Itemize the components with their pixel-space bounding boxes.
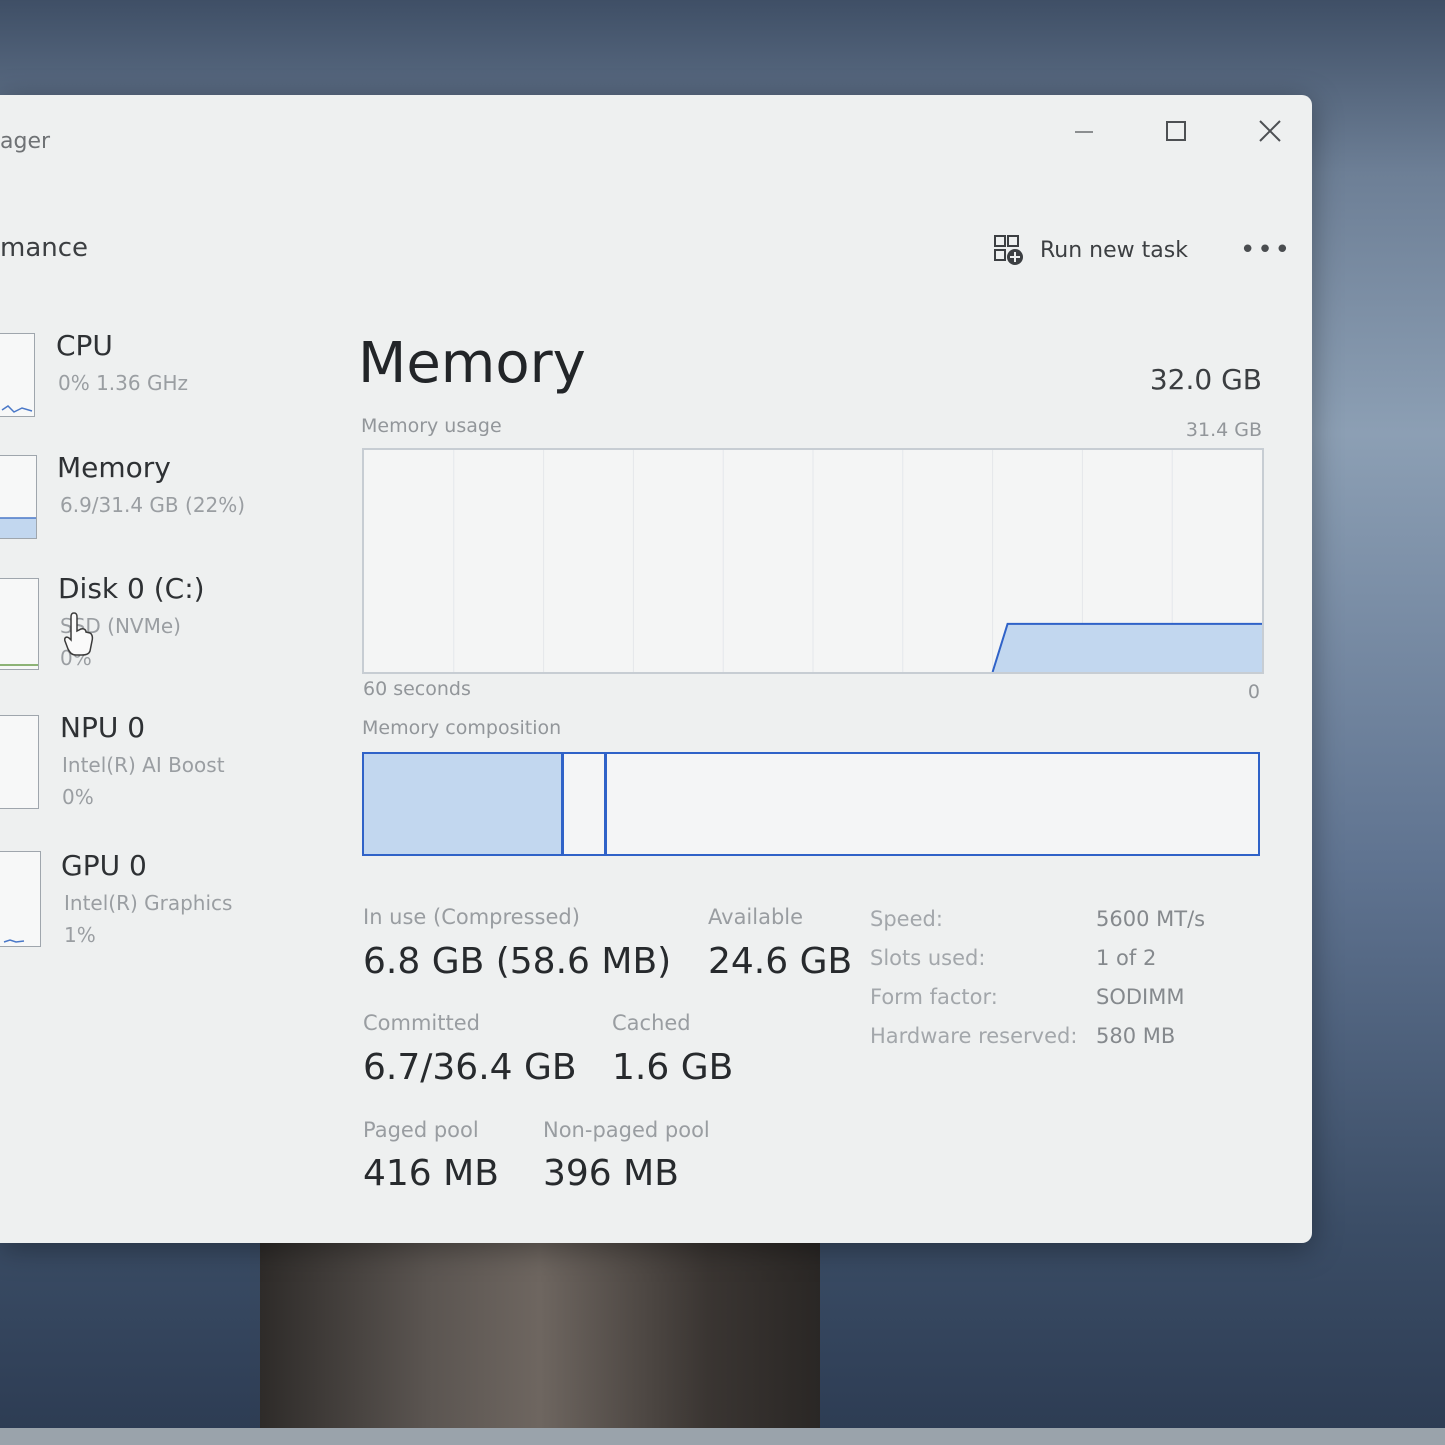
sidebar-item-memory[interactable]: Memory 6.9/31.4 GB (22%) [0, 447, 300, 547]
memory-mini-graph [0, 517, 36, 538]
usage-area [992, 623, 1262, 672]
close-button[interactable] [1242, 111, 1298, 151]
available-value: 24.6 GB [708, 941, 853, 982]
sidebar-item-cpu[interactable]: CPU 0% 1.36 GHz [0, 325, 300, 425]
in-use-value: 6.8 GB (58.6 MB) [363, 941, 672, 982]
in-use-label: In use (Compressed) [363, 905, 580, 929]
speed-value: 5600 MT/s [1096, 907, 1206, 931]
gpu-thumbnail [0, 851, 41, 947]
hardware-reserved-label: Hardware reserved: [870, 1024, 1078, 1048]
sidebar-item-disk[interactable]: Disk 0 (C:) SSD (NVMe) 0% [0, 570, 300, 680]
non-paged-pool-label: Non-paged pool [543, 1118, 710, 1142]
available-label: Available [708, 905, 804, 929]
memory-usage-chart [453, 450, 1262, 673]
sidebar-item-label: Disk 0 (C:) [58, 572, 205, 605]
slots-used-value: 1 of 2 [1096, 946, 1157, 970]
more-options-button[interactable]: ••• [1240, 235, 1292, 265]
maximize-button[interactable] [1148, 111, 1204, 151]
run-task-icon [994, 235, 1023, 265]
hand-cursor-icon [64, 612, 94, 656]
memory-composition-bar [362, 752, 1260, 856]
disk-thumbnail [0, 578, 39, 670]
minimize-button[interactable] [1056, 111, 1112, 151]
sidebar-item-usage: 0% [62, 785, 94, 809]
sidebar-item-label: NPU 0 [60, 711, 146, 744]
committed-value: 6.7/36.4 GB [363, 1047, 577, 1088]
desktop-wallpaper [260, 1240, 820, 1430]
cpu-thumbnail [0, 333, 35, 417]
run-new-task-label: Run new task [1040, 237, 1188, 263]
time-axis-end: 0 [1247, 681, 1260, 703]
window-title: ager [0, 129, 51, 154]
sidebar-item-npu[interactable]: NPU 0 Intel(R) AI Boost 0% [0, 707, 300, 817]
paged-pool-value: 416 MB [363, 1153, 499, 1194]
non-paged-pool-value: 396 MB [543, 1153, 679, 1194]
sidebar-item-detail: Intel(R) AI Boost [62, 753, 225, 777]
memory-usage-label: Memory usage [361, 415, 502, 437]
sidebar-item-detail: 0% 1.36 GHz [58, 371, 189, 395]
sidebar-item-detail: 6.9/31.4 GB (22%) [60, 493, 246, 517]
minimize-icon [1075, 131, 1093, 133]
close-icon [1259, 120, 1281, 142]
memory-usage-max: 31.4 GB [1185, 419, 1262, 441]
memory-composition-label: Memory composition [362, 717, 562, 739]
sidebar-item-detail: Intel(R) Graphics [64, 891, 233, 915]
gpu-mini-graph [3, 939, 25, 943]
sidebar-item-gpu[interactable]: GPU 0 Intel(R) Graphics 1% [0, 845, 300, 955]
speed-label: Speed: [870, 907, 943, 931]
memory-thumbnail [0, 455, 37, 539]
run-new-task-button[interactable]: Run new task [992, 233, 1188, 267]
task-manager-window: ager mance Run new task ••• CPU 0% 1.36 … [0, 95, 1312, 1243]
cpu-mini-graph [1, 405, 33, 413]
sidebar-item-label: GPU 0 [61, 849, 147, 882]
form-factor-value: SODIMM [1096, 985, 1185, 1009]
paged-pool-label: Paged pool [363, 1118, 479, 1142]
section-title: mance [0, 233, 89, 263]
taskbar-edge [0, 1428, 1445, 1445]
cached-value: 1.6 GB [612, 1047, 734, 1088]
memory-usage-graph [362, 448, 1264, 674]
cached-label: Cached [612, 1011, 691, 1035]
hardware-reserved-value: 580 MB [1096, 1024, 1176, 1048]
page-title: Memory [358, 331, 586, 396]
composition-in-use[interactable] [364, 754, 564, 854]
maximize-icon [1166, 121, 1186, 141]
sidebar-item-usage: 1% [64, 923, 96, 947]
sidebar-item-label: CPU [56, 329, 113, 362]
committed-label: Committed [363, 1011, 480, 1035]
slots-used-label: Slots used: [870, 946, 986, 970]
npu-thumbnail [0, 715, 39, 809]
total-memory: 32.0 GB [1149, 363, 1262, 396]
sidebar-item-label: Memory [57, 451, 171, 484]
time-axis-start: 60 seconds [363, 678, 471, 700]
disk-mini-graph [0, 664, 38, 666]
composition-modified[interactable] [564, 754, 607, 854]
form-factor-label: Form factor: [870, 985, 998, 1009]
